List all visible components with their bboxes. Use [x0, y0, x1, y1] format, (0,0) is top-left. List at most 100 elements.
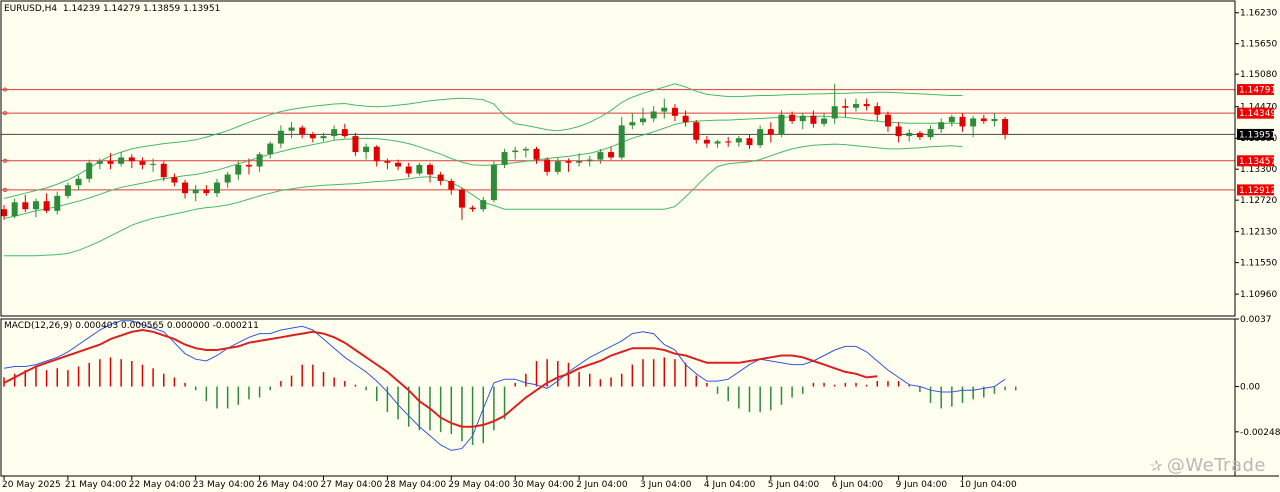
candle-body: [608, 152, 615, 158]
bullish-candle: [714, 139, 721, 148]
bullish-candle: [32, 198, 39, 218]
candle-body: [86, 162, 93, 179]
candle-body: [32, 201, 39, 210]
level-price-label: 1.12912: [1239, 186, 1276, 196]
candle-body: [458, 189, 465, 208]
bullish-candle: [948, 114, 955, 127]
macd-tick-label: 0.00: [1240, 383, 1260, 393]
bearish-candle: [874, 102, 881, 122]
candle-body: [565, 161, 572, 163]
candle-body: [789, 114, 796, 122]
bullish-candle: [735, 136, 742, 147]
bullish-candle: [512, 146, 519, 160]
candle-body: [480, 200, 487, 210]
bearish-candle: [373, 145, 380, 167]
bearish-candle: [384, 158, 391, 170]
candle-body: [970, 118, 977, 127]
time-tick-label: 5 Jun 04:00: [768, 480, 820, 490]
bullish-candle: [214, 178, 220, 197]
time-tick-label: 3 Jun 04:00: [640, 480, 692, 490]
candle-body: [182, 182, 189, 194]
bearish-candle: [608, 146, 615, 160]
candle-body: [160, 163, 167, 178]
bullish-candle: [938, 118, 945, 133]
candle-body: [96, 161, 103, 164]
bearish-candle: [299, 125, 306, 139]
bearish-candle: [671, 104, 678, 122]
candle-body: [576, 161, 583, 163]
bullish-candle: [192, 185, 199, 202]
candle-body: [959, 116, 966, 127]
bearish-candle: [182, 179, 189, 199]
bullish-candle: [906, 129, 913, 142]
time-tick-label: 21 May 04:00: [65, 480, 127, 490]
candle-body: [1002, 119, 1009, 135]
candle-body: [725, 141, 732, 143]
bearish-candle: [448, 178, 455, 195]
bullish-candle: [821, 113, 828, 127]
candle-body: [43, 201, 50, 211]
bullish-candle: [118, 152, 125, 167]
candle-body: [224, 174, 231, 183]
candle-body: [853, 104, 859, 108]
candle-body: [735, 138, 742, 143]
candle-body: [810, 115, 817, 124]
candle-body: [437, 174, 444, 181]
price-tick-label: 1.10960: [1240, 290, 1277, 300]
axes: 1.162301.156501.150801.144701.138801.133…: [0, 0, 1280, 490]
time-tick-label: 23 May 04:00: [193, 480, 255, 490]
bullish-candle: [64, 182, 71, 199]
bullish-candle: [288, 122, 295, 139]
bullish-candle: [522, 146, 529, 158]
candle-body: [757, 129, 764, 146]
candle-body: [427, 164, 433, 175]
bullish-candle: [799, 113, 806, 130]
bullish-candle: [586, 155, 593, 167]
time-tick-label: 30 May 04:00: [512, 480, 574, 490]
level-price-label: 1.14791: [1239, 86, 1276, 96]
time-tick-label: 10 Jun 04:00: [960, 480, 1017, 490]
time-tick-label: 4 Jun 04:00: [704, 480, 756, 490]
time-tick-label: 28 May 04:00: [384, 480, 446, 490]
candle-body: [75, 178, 82, 186]
candle-body: [618, 125, 625, 158]
candle-body: [927, 129, 934, 138]
macd-pane[interactable]: [3, 320, 1017, 451]
trading-chart[interactable]: 1.162301.156501.150801.144701.138801.133…: [0, 0, 1280, 492]
candle-body: [586, 159, 593, 162]
candle-body: [714, 141, 721, 144]
open-value: 1.14239: [62, 4, 101, 14]
candle-body: [54, 195, 61, 211]
candle-body: [948, 116, 955, 123]
price-frame: [0, 0, 1236, 317]
candle-body: [554, 161, 561, 172]
candle-body: [501, 152, 508, 165]
candle-body: [267, 143, 274, 155]
price-tick-label: 1.15650: [1240, 40, 1277, 50]
candle-body: [640, 118, 646, 123]
bearish-candle: [128, 154, 135, 169]
bearish-candle: [544, 157, 551, 176]
watermark-text: @WeTrade: [1166, 455, 1266, 476]
candle-body: [991, 118, 998, 122]
bearish-candle: [767, 122, 774, 143]
candle-body: [469, 207, 476, 210]
candle-body: [693, 122, 700, 140]
candle-body: [64, 185, 71, 196]
candle-body: [352, 136, 359, 153]
time-tick-label: 9 Jun 04:00: [896, 480, 948, 490]
bearish-candle: [171, 173, 178, 187]
candle-body: [863, 104, 870, 107]
bearish-candle: [895, 122, 902, 143]
candle-body: [821, 118, 828, 124]
time-tick-label: 20 May 2025: [2, 480, 61, 490]
candle-body: [341, 129, 348, 137]
candle-body: [544, 159, 551, 172]
candle-body: [916, 132, 923, 138]
bullish-candle: [480, 196, 487, 212]
bullish-candle: [277, 125, 284, 148]
candle-body: [661, 107, 668, 112]
bearish-candle: [725, 137, 732, 147]
high-value: 1.14279: [102, 4, 141, 14]
price-pane[interactable]: [1, 83, 1235, 257]
